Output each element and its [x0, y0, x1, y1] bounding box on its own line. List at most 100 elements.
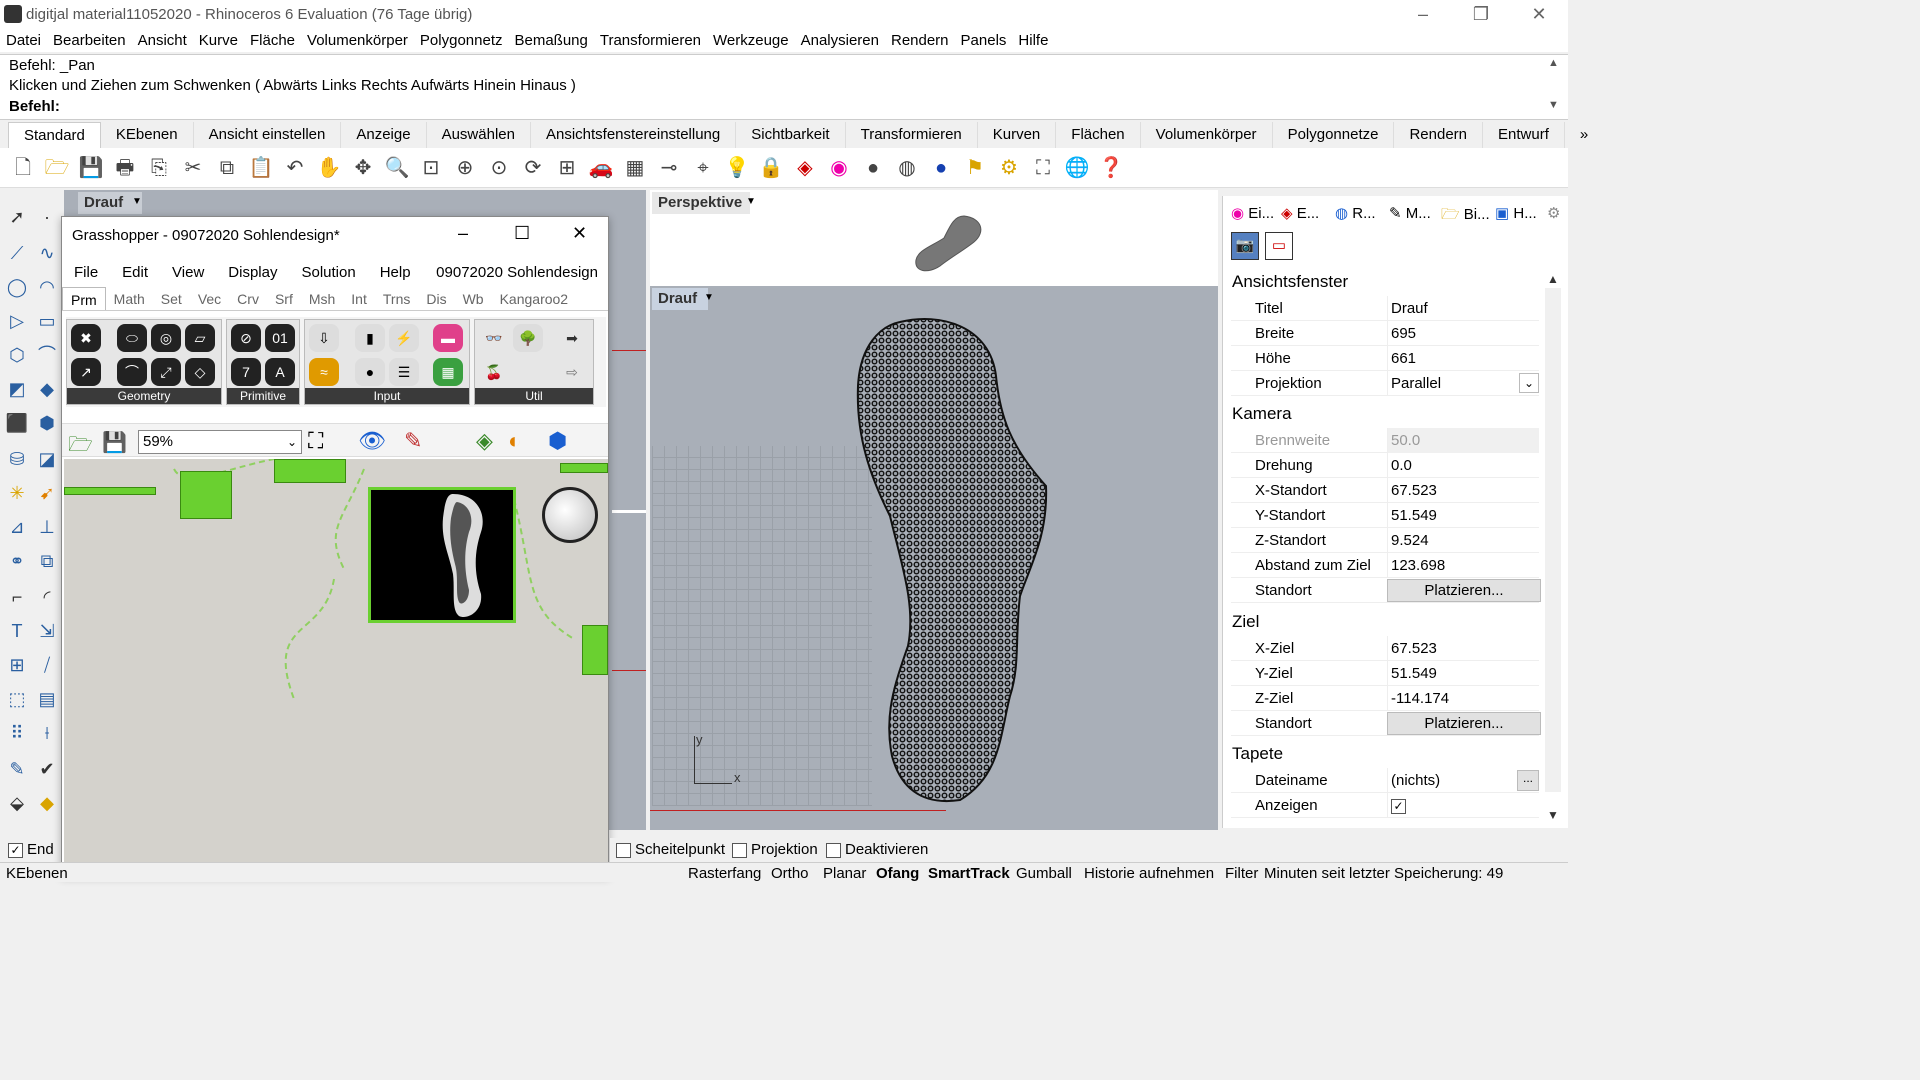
- gh-tab-msh[interactable]: Msh: [301, 287, 343, 310]
- new-file-icon[interactable]: 🗋: [10, 155, 36, 181]
- gh-component[interactable]: [560, 463, 608, 473]
- gh-param-icon[interactable]: ⇩: [309, 324, 339, 352]
- minimize-button[interactable]: –: [1408, 4, 1438, 26]
- menu-flaeche[interactable]: Fläche: [244, 30, 301, 52]
- spotlight-icon[interactable]: ⚑: [962, 155, 988, 181]
- boolean-icon[interactable]: ⚭: [4, 548, 30, 574]
- viewport-menu-icon[interactable]: ▼: [746, 196, 756, 207]
- cherry-icon[interactable]: 🍒: [479, 358, 509, 386]
- osnap-scheitelpunkt[interactable]: Scheitelpunkt: [616, 841, 725, 858]
- status-rasterfang[interactable]: Rasterfang: [688, 865, 761, 882]
- gh-param-icon[interactable]: ▱: [185, 324, 215, 352]
- surface-tool-icon[interactable]: ◆: [34, 376, 60, 402]
- gh-preview-component[interactable]: [542, 487, 598, 543]
- properties-icon[interactable]: ⛶: [1030, 155, 1056, 181]
- gh-tab-math[interactable]: Math: [106, 287, 153, 310]
- solid-icon[interactable]: ⬢: [34, 410, 60, 436]
- gh-param-icon[interactable]: ▬: [433, 324, 463, 352]
- gh-tab-trns[interactable]: Trns: [375, 287, 418, 310]
- edit-icon[interactable]: ✎: [4, 756, 30, 782]
- gh-component[interactable]: [582, 625, 608, 675]
- sketch-icon[interactable]: ✎: [404, 428, 422, 454]
- gh-param-icon[interactable]: A: [265, 358, 295, 386]
- viewport-menu-icon[interactable]: ▼: [704, 292, 714, 303]
- gh-param-icon[interactable]: ⊘: [231, 324, 261, 352]
- dimension-icon[interactable]: ⊿: [4, 514, 30, 540]
- move-view-icon[interactable]: ✥: [350, 155, 376, 181]
- gh-tab-crv[interactable]: Crv: [229, 287, 267, 310]
- curve-icon[interactable]: ∿: [34, 240, 60, 266]
- prop-value[interactable]: 123.698: [1387, 553, 1539, 578]
- menu-polygonnetz[interactable]: Polygonnetz: [414, 30, 509, 52]
- scroll-down-icon[interactable]: ▼: [1548, 99, 1562, 111]
- check-icon[interactable]: ✔: [34, 756, 60, 782]
- open-folder-icon[interactable]: 🗁: [44, 155, 70, 181]
- gh-slider-component[interactable]: [64, 487, 156, 495]
- tab-standard[interactable]: Standard: [8, 122, 101, 148]
- menu-hilfe[interactable]: Hilfe: [1012, 30, 1054, 52]
- grasshopper-canvas[interactable]: [64, 459, 608, 875]
- gh-tab-int[interactable]: Int: [343, 287, 375, 310]
- gh-param-icon[interactable]: 7: [231, 358, 261, 386]
- split-icon[interactable]: ⟊: [34, 720, 60, 746]
- gh-param-icon[interactable]: ▮: [355, 324, 385, 352]
- point-icon[interactable]: ·: [34, 204, 60, 230]
- scale-icon[interactable]: ⇲: [34, 618, 60, 644]
- offset-icon[interactable]: ◜: [34, 584, 60, 610]
- sphere-render-icon[interactable]: ●: [928, 155, 954, 181]
- menu-panels[interactable]: Panels: [955, 30, 1013, 52]
- grid-array-icon[interactable]: ⠿: [4, 720, 30, 746]
- rectangle-icon[interactable]: ▷: [4, 308, 30, 334]
- layer-icon[interactable]: ◈: [792, 155, 818, 181]
- freeform-icon[interactable]: ⌒: [34, 342, 60, 368]
- help-icon[interactable]: ❓: [1098, 155, 1124, 181]
- gh-tab-srf[interactable]: Srf: [267, 287, 301, 310]
- gh-param-icon[interactable]: ⌒: [117, 358, 147, 386]
- gh-tab-kangaroo2[interactable]: Kangaroo2: [492, 287, 577, 310]
- surface-icon[interactable]: ◩: [4, 376, 30, 402]
- menu-volumenkoerper[interactable]: Volumenkörper: [301, 30, 414, 52]
- group-icon[interactable]: ⧉: [34, 548, 60, 574]
- array-icon[interactable]: ⊞: [4, 652, 30, 678]
- arrow-icon[interactable]: ➹: [34, 480, 60, 506]
- gh-param-icon[interactable]: ⚡: [389, 324, 419, 352]
- tab-transformieren[interactable]: Transformieren: [846, 122, 978, 148]
- scroll-down-icon[interactable]: ▼: [1547, 808, 1559, 822]
- gh-menu-view[interactable]: View: [160, 261, 216, 285]
- hatch-icon[interactable]: ▤: [34, 686, 60, 712]
- scroll-up-icon[interactable]: ▲: [1548, 57, 1562, 69]
- gh-tab-wb[interactable]: Wb: [455, 287, 492, 310]
- gh-param-icon[interactable]: ≈: [309, 358, 339, 386]
- grid-icon[interactable]: ▦: [622, 155, 648, 181]
- gh-param-icon[interactable]: ↗: [71, 358, 101, 386]
- minimize-button[interactable]: –: [458, 223, 468, 244]
- prop-value[interactable]: 9.524: [1387, 528, 1539, 553]
- gh-menu-help[interactable]: Help: [368, 261, 423, 285]
- polyline-icon[interactable]: ⟋: [4, 240, 30, 266]
- eye-icon[interactable]: 👁: [358, 428, 386, 454]
- gh-image-sampler[interactable]: [368, 487, 516, 623]
- gh-menu-display[interactable]: Display: [216, 261, 289, 285]
- osnap-projektion[interactable]: Projektion: [732, 841, 818, 858]
- viewport-label[interactable]: Perspektive: [652, 192, 750, 214]
- viewport-label[interactable]: Drauf: [652, 288, 708, 310]
- undo-icon[interactable]: ↶: [282, 155, 308, 181]
- prop-value[interactable]: Drauf: [1387, 296, 1539, 321]
- viewport-rect-icon[interactable]: ▭: [1265, 232, 1293, 260]
- gh-menu-solution[interactable]: Solution: [289, 261, 367, 285]
- prop-value[interactable]: 695: [1387, 321, 1539, 346]
- gh-param-icon[interactable]: ●: [355, 358, 385, 386]
- gh-tab-prm[interactable]: Prm: [62, 287, 106, 310]
- gh-tab-dis[interactable]: Dis: [418, 287, 454, 310]
- menu-bemassung[interactable]: Bemaßung: [508, 30, 593, 52]
- tab-anzeige[interactable]: Anzeige: [341, 122, 427, 148]
- osnap-end[interactable]: ✓ End: [8, 841, 54, 858]
- print-icon[interactable]: 🖶: [112, 155, 138, 181]
- arrow-right-outline-icon[interactable]: ⇨: [557, 358, 587, 386]
- circle-icon[interactable]: ◯: [4, 274, 30, 300]
- gh-param-icon[interactable]: ▦: [433, 358, 463, 386]
- tab-kebenen[interactable]: KEbenen: [101, 122, 194, 148]
- gh-menu-file[interactable]: File: [62, 261, 110, 285]
- gh-component[interactable]: [274, 459, 346, 483]
- rectangle-tool-icon[interactable]: ▭: [34, 308, 60, 334]
